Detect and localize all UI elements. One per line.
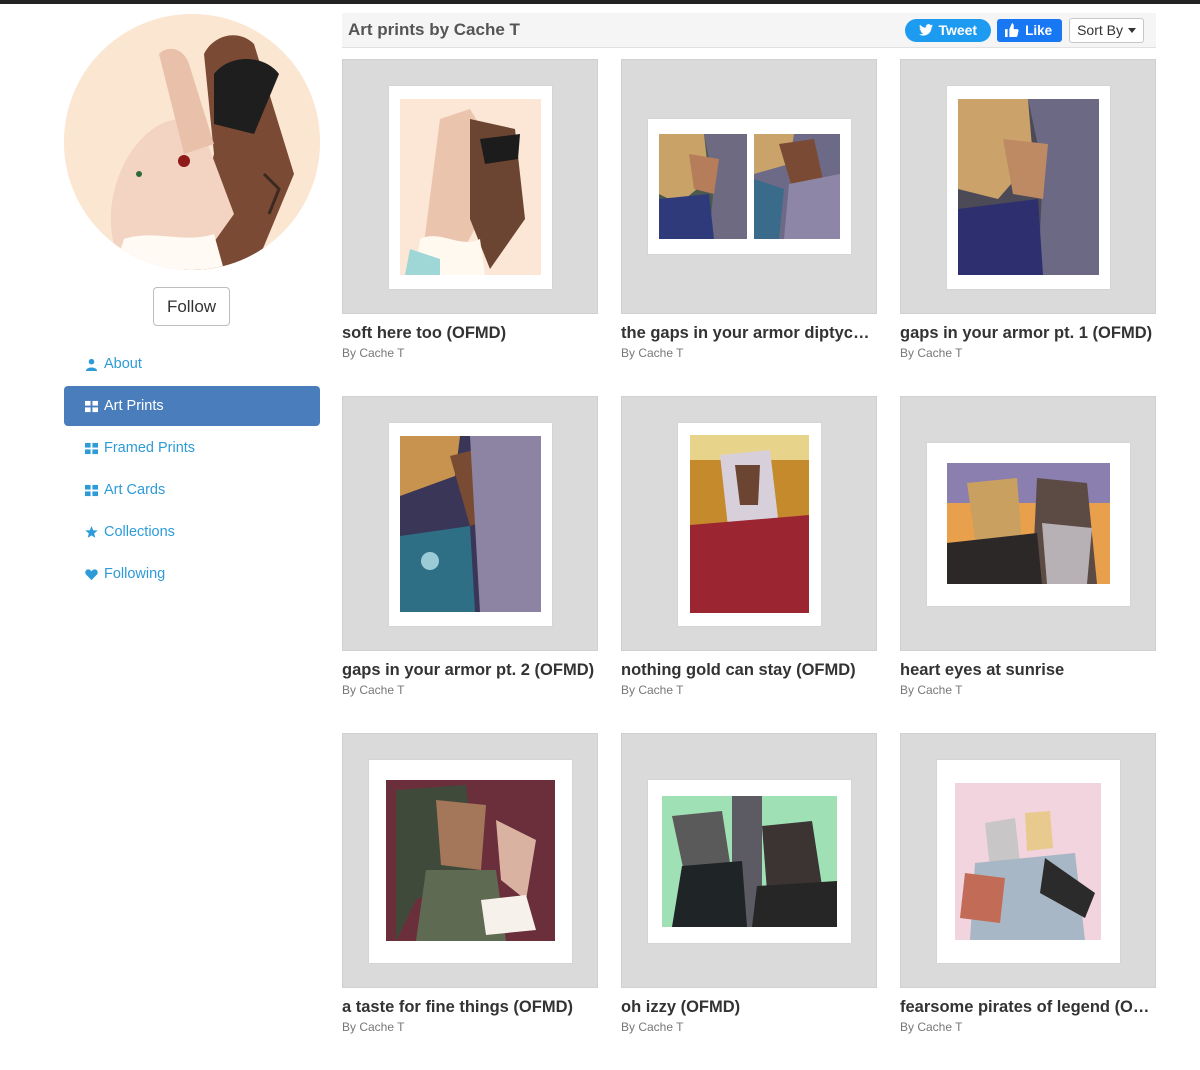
user-icon (84, 357, 98, 371)
follow-button[interactable]: Follow (153, 287, 230, 326)
sidebar-item-label: Framed Prints (104, 440, 196, 456)
product-card: fearsome pirates of legend (O… By Cache … (900, 733, 1156, 1034)
profile-avatar (64, 14, 320, 270)
sidebar-item-label: About (104, 356, 142, 372)
artwork-thumbnail (400, 99, 541, 275)
product-card: gaps in your armor pt. 2 (OFMD) By Cache… (342, 396, 598, 697)
product-card: a taste for fine things (OFMD) By Cache … (342, 733, 598, 1034)
page-title: Art prints by Cache T (348, 20, 520, 39)
product-title[interactable]: soft here too (OFMD) (342, 324, 598, 343)
grid-icon (84, 483, 98, 497)
product-image-tile[interactable] (342, 396, 598, 651)
grid-icon (84, 441, 98, 455)
product-image-tile[interactable] (900, 733, 1156, 988)
print-mat (927, 443, 1130, 606)
product-artist: By Cache T (900, 683, 963, 697)
like-label: Like (1025, 22, 1053, 38)
sidebar-item-label: Following (104, 566, 166, 582)
artwork-thumbnail (955, 783, 1101, 940)
print-mat (678, 423, 821, 626)
product-artist: By Cache T (621, 346, 684, 360)
print-mat (648, 780, 851, 943)
print-mat (937, 760, 1120, 963)
sidebar-item-label: Art Cards (104, 482, 166, 498)
product-title[interactable]: gaps in your armor pt. 1 (OFMD) (900, 324, 1156, 343)
grid-icon (84, 399, 98, 413)
artwork-thumbnail (754, 134, 840, 239)
print-mat (369, 760, 572, 963)
product-title[interactable]: heart eyes at sunrise (900, 661, 1156, 680)
product-title[interactable]: the gaps in your armor diptych… (621, 324, 877, 343)
twitter-bird-icon (919, 24, 934, 36)
product-artist: By Cache T (900, 346, 963, 360)
sidebar-item-following[interactable]: Following (64, 554, 320, 594)
product-image-tile[interactable] (342, 733, 598, 988)
product-image-tile[interactable] (621, 733, 877, 988)
sidebar-item-label: Collections (104, 524, 175, 540)
product-artist: By Cache T (342, 683, 405, 697)
product-title[interactable]: gaps in your armor pt. 2 (OFMD) (342, 661, 598, 680)
print-mat (389, 86, 552, 289)
product-artist: By Cache T (342, 1020, 405, 1034)
sort-by-label: Sort By (1077, 22, 1123, 38)
product-card: soft here too (OFMD) By Cache T (342, 59, 598, 360)
sidebar-item-about[interactable]: About (64, 344, 320, 384)
sidebar-item-label: Art Prints (104, 398, 164, 414)
product-artist: By Cache T (900, 1020, 963, 1034)
product-artist: By Cache T (621, 683, 684, 697)
product-title[interactable]: nothing gold can stay (OFMD) (621, 661, 877, 680)
product-card: heart eyes at sunrise By Cache T (900, 396, 1156, 697)
product-image-tile[interactable] (342, 59, 598, 314)
print-mat (389, 423, 552, 626)
product-card: nothing gold can stay (OFMD) By Cache T (621, 396, 877, 697)
sort-by-dropdown[interactable]: Sort By (1069, 17, 1144, 43)
product-card: oh izzy (OFMD) By Cache T (621, 733, 877, 1034)
product-title[interactable]: a taste for fine things (OFMD) (342, 998, 598, 1017)
facebook-like-button[interactable]: Like (997, 18, 1063, 42)
sidebar-item-framed-prints[interactable]: Framed Prints (64, 428, 320, 468)
product-title[interactable]: fearsome pirates of legend (O… (900, 998, 1156, 1017)
print-mat (947, 86, 1110, 289)
artwork-thumbnail (958, 99, 1099, 275)
product-card: gaps in your armor pt. 1 (OFMD) By Cache… (900, 59, 1156, 360)
heart-icon (84, 567, 98, 581)
artwork-thumbnail (690, 435, 809, 613)
top-rule (0, 0, 1200, 4)
thumbs-up-icon (1005, 23, 1019, 37)
caret-down-icon (1128, 27, 1136, 33)
artwork-thumbnail (662, 796, 837, 927)
product-image-tile[interactable] (621, 396, 877, 651)
product-image-tile[interactable] (900, 59, 1156, 314)
artwork-thumbnail (400, 436, 541, 612)
product-card: the gaps in your armor diptych… By Cache… (621, 59, 877, 360)
avatar-illustration (64, 14, 320, 270)
star-icon (84, 525, 98, 539)
tweet-button[interactable]: Tweet (905, 18, 992, 42)
sidebar-item-art-cards[interactable]: Art Cards (64, 470, 320, 510)
artwork-thumbnail (947, 463, 1110, 584)
product-image-tile[interactable] (900, 396, 1156, 651)
sidebar-item-art-prints[interactable]: Art Prints (64, 386, 320, 426)
page-header: Art prints by Cache T Tweet Like Sort By (342, 13, 1156, 48)
profile-sidebar-nav: About Art Prints Framed Prints Art Cards… (64, 344, 320, 596)
product-title[interactable]: oh izzy (OFMD) (621, 998, 877, 1017)
artwork-thumbnail (386, 780, 555, 941)
product-artist: By Cache T (342, 346, 405, 360)
sidebar-item-collections[interactable]: Collections (64, 512, 320, 552)
product-image-tile[interactable] (621, 59, 877, 314)
artwork-thumbnail (659, 134, 747, 239)
tweet-label: Tweet (938, 22, 978, 38)
print-mat (648, 119, 851, 254)
product-artist: By Cache T (621, 1020, 684, 1034)
